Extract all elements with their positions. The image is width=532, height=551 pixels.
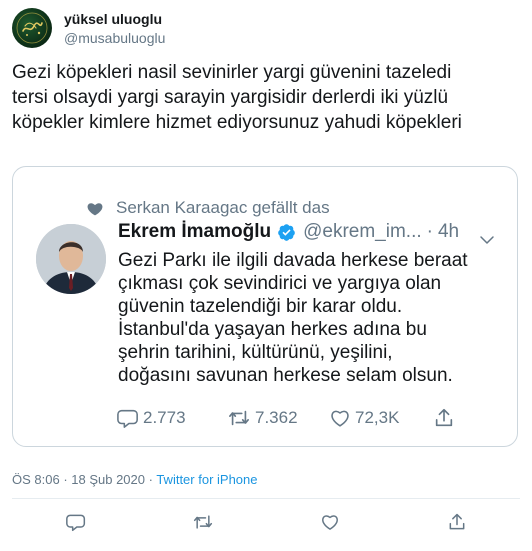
quoted-action-bar: 2.773 7.362 72,3K (117, 407, 457, 437)
author-display-name[interactable]: yüksel uluoglu (64, 11, 162, 27)
divider (12, 498, 520, 499)
heart-outline-icon (331, 410, 349, 427)
tweet-time[interactable]: ÖS 8:06 (12, 472, 60, 487)
heart-icon (87, 203, 103, 216)
retweet-icon (193, 515, 213, 529)
reply-icon (117, 409, 138, 428)
retweet-button[interactable] (191, 510, 215, 534)
tweet-meta: ÖS 8:06 · 18 Şub 2020 · Twitter for iPho… (12, 472, 257, 487)
person-photo-icon (36, 224, 106, 294)
quoted-reply-button[interactable]: 2.773 (117, 407, 186, 429)
quoted-tweet-card[interactable]: Serkan Karaagac gefällt das Ekrem İmamoğ… (12, 166, 518, 447)
calligraphy-logo-icon (16, 12, 48, 44)
verified-badge-icon (278, 223, 295, 241)
chevron-down-icon[interactable] (478, 231, 496, 249)
author-handle[interactable]: @musabuluoglu (64, 30, 165, 46)
quoted-author-handle[interactable]: @ekrem_im... (303, 221, 422, 243)
quoted-author-name[interactable]: Ekrem İmamoğlu (118, 221, 271, 243)
meta-separator: · (145, 472, 157, 487)
tweet-text: Gezi köpekleri nasil sevinirler yargi gü… (12, 62, 462, 133)
quoted-share-button[interactable] (433, 407, 459, 429)
share-button[interactable] (445, 510, 469, 534)
reply-icon (66, 514, 86, 532)
tweet-action-bar (0, 510, 532, 534)
quoted-retweet-button[interactable]: 7.362 (227, 407, 298, 429)
retweet-count: 7.362 (255, 408, 298, 427)
quoted-like-button[interactable]: 72,3K (329, 407, 399, 429)
quoted-tweet-text: Gezi Parkı ile ilgili davada herkese ber… (118, 250, 468, 386)
share-icon (449, 513, 465, 530)
tweet-source-link[interactable]: Twitter for iPhone (156, 472, 257, 487)
like-button[interactable] (318, 510, 342, 534)
reply-count: 2.773 (143, 408, 186, 427)
heart-outline-icon (322, 515, 338, 530)
tweet-date[interactable]: 18 Şub 2020 (71, 472, 145, 487)
quoted-timestamp[interactable]: 4h (438, 221, 459, 243)
share-icon (435, 408, 453, 427)
like-count: 72,3K (355, 408, 400, 427)
meta-separator: · (59, 472, 72, 487)
quoted-tweet-header: Ekrem İmamoğlu @ekrem_im... · 4h (118, 221, 459, 243)
retweet-icon (229, 410, 249, 426)
separator-dot: · (426, 221, 433, 242)
reply-button[interactable] (64, 510, 88, 534)
social-context-label: Serkan Karaagac gefällt das (116, 198, 330, 217)
avatar[interactable] (12, 8, 52, 48)
quoted-author-avatar[interactable] (36, 224, 106, 294)
